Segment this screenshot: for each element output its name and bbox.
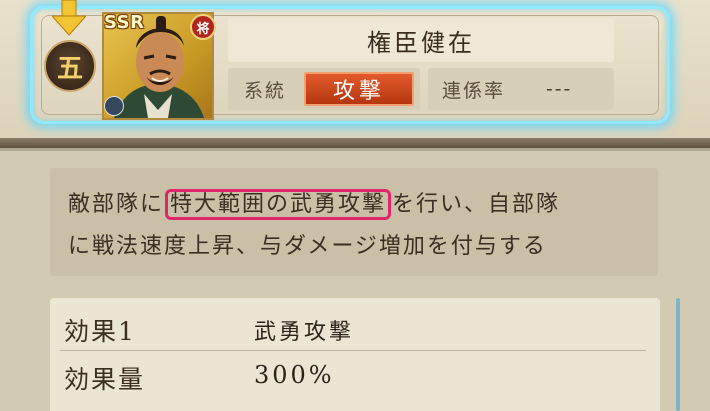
rank-badge-icon: 五 [44, 40, 96, 92]
link-rate-label: 連係率 [442, 80, 506, 102]
skill-name: 権臣健在 [228, 18, 614, 62]
effect-value: 武勇攻撃 [254, 320, 355, 345]
general-badge-icon: 将 [190, 14, 216, 40]
lineage-box: 系統 攻撃 [228, 68, 420, 110]
unit-type-icon [104, 96, 124, 116]
lineage-value: 攻撃 [304, 72, 414, 106]
link-rate-value: --- [546, 76, 573, 100]
effect-label: 効果量 [64, 365, 146, 394]
effects-panel[interactable]: 効果1 武勇攻撃 効果量 300% [50, 298, 660, 411]
effect-value: 300% [254, 361, 335, 389]
effect-label: 効果1 [64, 317, 136, 346]
effect-row: 効果量 300% [64, 356, 644, 396]
effects-scrollbar[interactable] [676, 298, 680, 411]
general-badge-text: 将 [196, 21, 210, 37]
lineage-label: 系統 [244, 80, 287, 102]
description-line-2: に戦法速度上昇、与ダメージ増加を付与する [68, 234, 547, 259]
effect-row: 効果1 武勇攻撃 [64, 308, 644, 348]
section-divider [0, 138, 710, 148]
description-highlight: 特大範囲の武勇攻撃 [165, 189, 392, 220]
rarity-label: SSR [104, 12, 145, 33]
effect-divider [60, 350, 646, 351]
skill-description: 敵部隊に 特大範囲の武勇攻撃 を行い、自部隊 に戦法速度上昇、与ダメージ増加を付与す… [50, 168, 658, 276]
description-text-before: 敵部隊に [68, 192, 165, 217]
description-text-after: を行い、自部隊 [392, 192, 561, 217]
down-arrow-icon [52, 0, 86, 36]
rank-badge-text: 五 [56, 53, 83, 84]
link-rate-box: 連係率 --- [428, 68, 614, 110]
description-line-1: 敵部隊に 特大範囲の武勇攻撃 を行い、自部隊 [68, 186, 561, 220]
